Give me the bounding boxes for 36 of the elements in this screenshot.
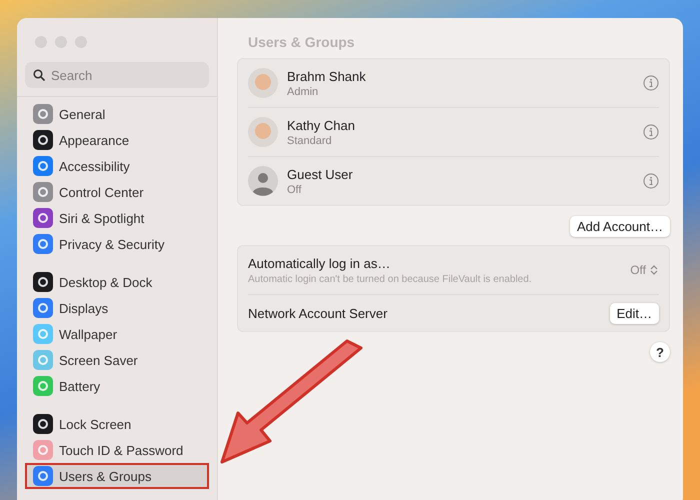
user-name: Kathy Chan	[287, 118, 356, 132]
sidebar-item[interactable]: Lock Screen	[25, 411, 209, 437]
user-name: Brahm Shank	[287, 68, 367, 84]
search-field[interactable]: Search	[25, 62, 209, 88]
window-title: Users & Groups	[247, 33, 356, 50]
sidebar-item[interactable]: Appearance	[25, 127, 209, 153]
avatar-icon	[248, 68, 278, 98]
user-role: Admin	[287, 86, 320, 98]
user-role: Off	[287, 184, 302, 196]
info-icon[interactable]	[643, 173, 659, 189]
avatar-icon	[248, 117, 278, 147]
sidebar-item[interactable]: Touch ID & Password	[25, 437, 209, 463]
sidebar-item[interactable]: Users & Groups	[25, 463, 209, 489]
user-role: Standard	[287, 134, 333, 146]
sidebar-item[interactable]: Control Center	[25, 179, 209, 205]
sidebar-item[interactable]: Battery	[25, 373, 209, 399]
chevron-icon	[649, 264, 659, 276]
sidebar-item[interactable]: Siri & Spotlight	[25, 205, 209, 231]
person-silhouette-icon	[248, 166, 278, 196]
auto-login-label: Automatically log in as…	[248, 256, 392, 270]
help-button[interactable]: ?	[650, 342, 670, 362]
auto-login-note: Automatic login can't be turned on because FileVault is enabled.	[248, 274, 532, 284]
sidebar-item[interactable]: Privacy & Security	[25, 231, 209, 257]
sidebar-item[interactable]: General	[25, 101, 209, 127]
sidebar-item[interactable]: Wallpaper	[25, 321, 209, 347]
info-icon[interactable]	[643, 124, 659, 140]
user-name: Guest User	[287, 166, 354, 182]
sidebar-item[interactable]: Desktop & Dock	[25, 269, 209, 295]
sidebar-item[interactable]: Accessibility	[25, 153, 209, 179]
network-server-label: Network Account Server	[248, 306, 388, 320]
search-icon	[33, 69, 45, 81]
edit-button[interactable]: Edit…	[610, 302, 659, 324]
sidebar-item[interactable]: Screen Saver	[25, 347, 209, 373]
info-icon[interactable]	[643, 75, 659, 91]
sidebar-item[interactable]: Displays	[25, 295, 209, 321]
add-account-button[interactable]: Add Account…	[570, 216, 670, 237]
